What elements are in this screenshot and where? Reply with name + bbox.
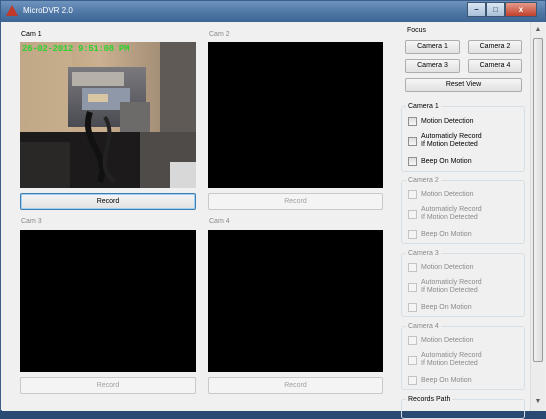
camera-4-auto-record-label: Automaticly Record If Motion Detected	[421, 352, 482, 368]
camera-2-beep-label: Beep On Motion	[421, 230, 472, 238]
camera-3-settings-title: Camera 3	[406, 249, 441, 258]
focus-camera-4-button[interactable]: Camera 4	[468, 59, 522, 73]
minimize-icon: –	[474, 5, 479, 14]
camera-1-beep-row[interactable]: Beep On Motion	[408, 157, 472, 166]
vertical-scrollbar[interactable]: ▲ ▼	[530, 22, 545, 411]
scroll-down-icon[interactable]: ▼	[531, 394, 545, 409]
camera-1-auto-record-line-1: Automaticly Record	[421, 133, 482, 140]
camera-2-auto-record-line-2: If Motion Detected	[421, 214, 478, 221]
camera-3-motion-detection-label: Motion Detection	[421, 263, 474, 271]
window-controls: – □ x	[467, 2, 537, 17]
reset-view-button[interactable]: Reset View	[405, 78, 522, 92]
cam-4-label: Cam 4	[209, 218, 230, 225]
app-icon	[6, 5, 18, 16]
focus-camera-2-button[interactable]: Camera 2	[468, 40, 522, 54]
cam-3-feed	[20, 230, 196, 372]
minimize-button[interactable]: –	[467, 2, 486, 17]
camera-3-motion-detection-row[interactable]: Motion Detection	[408, 263, 474, 272]
camera-4-motion-detection-row[interactable]: Motion Detection	[408, 336, 474, 345]
camera-3-beep-label: Beep On Motion	[421, 303, 472, 311]
camera-3-auto-record-label: Automaticly Record If Motion Detected	[421, 279, 482, 295]
cam-4-feed	[208, 230, 383, 372]
cam-1-record-button[interactable]: Record	[20, 193, 196, 210]
camera-4-beep-row[interactable]: Beep On Motion	[408, 376, 472, 385]
maximize-button[interactable]: □	[486, 2, 505, 17]
cam-1-label: Cam 1	[21, 31, 42, 38]
focus-camera-1-button[interactable]: Camera 1	[405, 40, 460, 54]
camera-4-settings-title: Camera 4	[406, 322, 441, 331]
camera-1-beep-checkbox[interactable]	[408, 157, 417, 166]
cam-4-record-button[interactable]: Record	[208, 377, 383, 394]
camera-1-auto-record-label: Automaticly Record If Motion Detected	[421, 133, 482, 149]
camera-3-motion-detection-checkbox[interactable]	[408, 263, 417, 272]
maximize-icon: □	[493, 5, 498, 14]
camera-1-motion-detection-checkbox[interactable]	[408, 117, 417, 126]
camera-2-motion-detection-row[interactable]: Motion Detection	[408, 190, 474, 199]
camera-4-beep-checkbox[interactable]	[408, 376, 417, 385]
app-window: MicroDVR 2.0 – □ x Cam 1 26-02-2012 9:51…	[0, 0, 546, 419]
records-path-group: Records Path	[401, 395, 525, 419]
camera-2-auto-record-row[interactable]: Automaticly Record If Motion Detected	[408, 206, 482, 222]
camera-4-motion-detection-checkbox[interactable]	[408, 336, 417, 345]
camera-2-motion-detection-checkbox[interactable]	[408, 190, 417, 199]
camera-3-auto-record-line-1: Automaticly Record	[421, 279, 482, 286]
camera-3-auto-record-row[interactable]: Automaticly Record If Motion Detected	[408, 279, 482, 295]
camera-1-motion-detection-row[interactable]: Motion Detection	[408, 117, 474, 126]
client-area: Cam 1 26-02-2012 9:51:08 PM Record Cam 2…	[2, 22, 546, 419]
camera-4-motion-detection-label: Motion Detection	[421, 336, 474, 344]
title-bar[interactable]: MicroDVR 2.0 – □ x	[1, 1, 545, 22]
camera-3-beep-row[interactable]: Beep On Motion	[408, 303, 472, 312]
camera-2-settings-title: Camera 2	[406, 176, 441, 185]
camera-2-beep-row[interactable]: Beep On Motion	[408, 230, 472, 239]
cam-2-record-button[interactable]: Record	[208, 193, 383, 210]
camera-1-auto-record-line-2: If Motion Detected	[421, 141, 478, 148]
camera-1-settings-title: Camera 1	[406, 102, 441, 111]
cam-2-label: Cam 2	[209, 31, 230, 38]
camera-3-auto-record-line-2: If Motion Detected	[421, 287, 478, 294]
camera-1-settings-group: Camera 1 Motion Detection Automaticly Re…	[401, 102, 525, 172]
cam-1-timestamp-overlay: 26-02-2012 9:51:08 PM	[22, 44, 130, 54]
records-path-title: Records Path	[406, 395, 453, 404]
camera-2-auto-record-label: Automaticly Record If Motion Detected	[421, 206, 482, 222]
window-title: MicroDVR 2.0	[23, 6, 73, 15]
scroll-up-icon[interactable]: ▲	[531, 22, 545, 37]
camera-3-settings-group: Camera 3 Motion Detection Automaticly Re…	[401, 249, 525, 317]
camera-1-beep-label: Beep On Motion	[421, 157, 472, 165]
camera-4-auto-record-row[interactable]: Automaticly Record If Motion Detected	[408, 352, 482, 368]
camera-2-beep-checkbox[interactable]	[408, 230, 417, 239]
camera-4-auto-record-checkbox[interactable]	[408, 355, 417, 365]
camera-4-auto-record-line-1: Automaticly Record	[421, 352, 482, 359]
cam-1-video-frame	[20, 42, 196, 188]
cam-1-feed: 26-02-2012 9:51:08 PM	[20, 42, 196, 188]
scrollbar-thumb[interactable]	[533, 38, 543, 362]
camera-3-auto-record-checkbox[interactable]	[408, 282, 417, 292]
camera-2-motion-detection-label: Motion Detection	[421, 190, 474, 198]
close-button[interactable]: x	[505, 2, 537, 17]
cam-3-record-button[interactable]: Record	[20, 377, 196, 394]
focus-group: Focus Camera 1 Camera 2 Camera 3 Camera …	[400, 26, 525, 97]
close-icon: x	[518, 5, 524, 14]
cam-3-label: Cam 3	[21, 218, 42, 225]
camera-4-beep-label: Beep On Motion	[421, 376, 472, 384]
camera-1-auto-record-checkbox[interactable]	[408, 136, 417, 146]
camera-4-settings-group: Camera 4 Motion Detection Automaticly Re…	[401, 322, 525, 390]
camera-2-auto-record-line-1: Automaticly Record	[421, 206, 482, 213]
camera-1-auto-record-row[interactable]: Automaticly Record If Motion Detected	[408, 133, 482, 149]
camera-2-auto-record-checkbox[interactable]	[408, 209, 417, 219]
camera-4-auto-record-line-2: If Motion Detected	[421, 360, 478, 367]
camera-2-settings-group: Camera 2 Motion Detection Automaticly Re…	[401, 176, 525, 244]
camera-1-motion-detection-label: Motion Detection	[421, 117, 474, 125]
focus-group-title: Focus	[405, 26, 429, 35]
focus-camera-3-button[interactable]: Camera 3	[405, 59, 460, 73]
cam-2-feed	[208, 42, 383, 188]
camera-3-beep-checkbox[interactable]	[408, 303, 417, 312]
